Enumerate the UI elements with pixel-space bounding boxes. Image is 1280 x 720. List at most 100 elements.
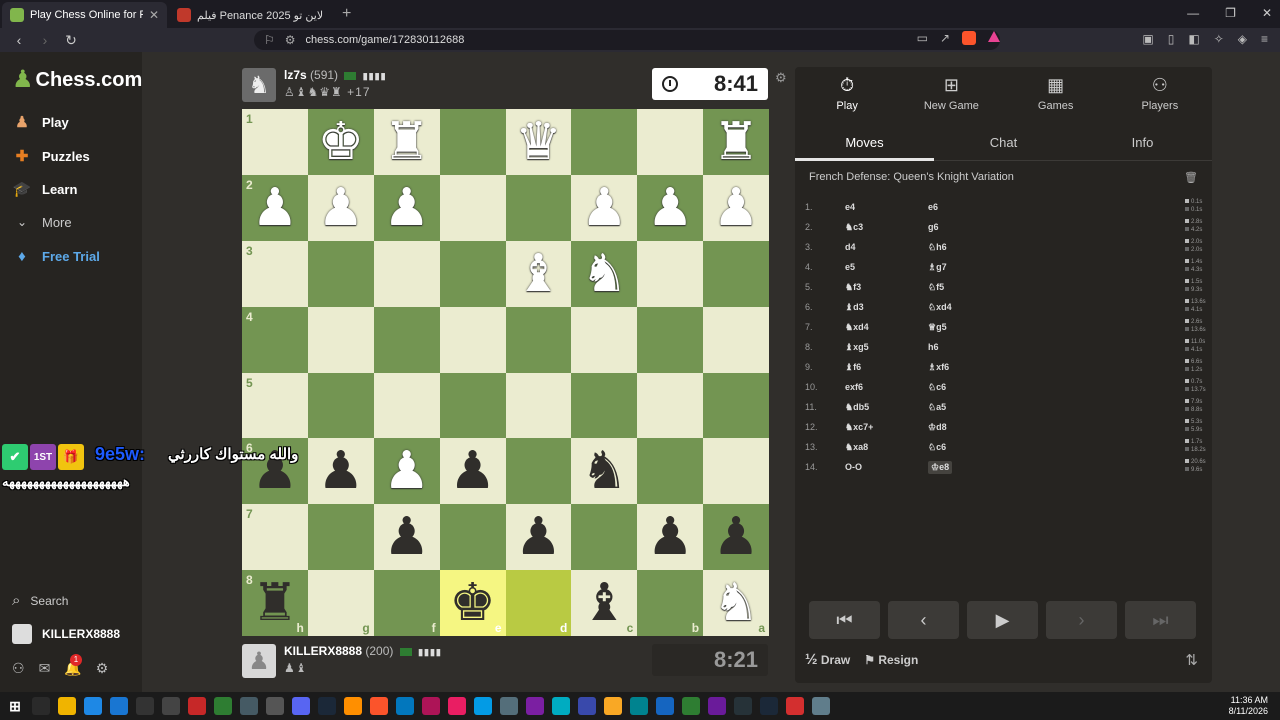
board-square[interactable]: e ♚ bbox=[439, 570, 506, 636]
taskbar-app-icon[interactable] bbox=[32, 697, 50, 715]
chess-board[interactable]: 1 ♚ ♜ ♛ ♜ 2 ♟ ♟ ♟ ♟ ♟ ♟ 3 ♝ ♞ 4 5 6 ♟ ♟ ♟ ♟ ♞ 7 ♟ ♟ ♟ ♟ 8 h ♜ g f e ♚ d c ♝ b a… bbox=[242, 109, 769, 636]
reload-icon[interactable]: ↻ bbox=[64, 32, 78, 49]
tab-movie[interactable]: فيلم Penance 2025 مترجم اون لاين تو... bbox=[169, 2, 334, 28]
last-move-button[interactable]: ⏭ bbox=[1125, 601, 1196, 639]
board-square[interactable] bbox=[571, 109, 638, 175]
sidebar-profile[interactable]: KILLERX8888 bbox=[12, 624, 120, 644]
leo-icon[interactable]: ✧ bbox=[1214, 32, 1224, 46]
player-avatar[interactable]: ♟ bbox=[242, 644, 276, 678]
opponent-avatar[interactable]: ♞ bbox=[242, 68, 276, 102]
board-square[interactable] bbox=[307, 306, 374, 373]
black-move[interactable]: ♘f5 bbox=[928, 282, 944, 293]
taskbar-app-icon[interactable] bbox=[188, 697, 206, 715]
board-square[interactable]: ♜ bbox=[373, 109, 440, 175]
board-square[interactable]: ♟ bbox=[373, 438, 440, 505]
board-square[interactable] bbox=[703, 372, 769, 439]
taskbar-clock[interactable]: 11:36 AM 8/11/2026 bbox=[1229, 695, 1268, 717]
white-pawn-icon[interactable]: ♟ bbox=[647, 182, 694, 234]
white-move[interactable]: O-O bbox=[845, 462, 862, 472]
nav-play[interactable]: ⏱ Play bbox=[795, 67, 899, 119]
board-square[interactable]: 3 bbox=[242, 240, 308, 307]
board-square[interactable] bbox=[637, 109, 704, 175]
share-icon[interactable]: ↗ bbox=[940, 31, 950, 45]
board-square[interactable] bbox=[703, 240, 769, 307]
white-move[interactable]: e5 bbox=[845, 262, 855, 272]
opening-name[interactable]: French Defense: Queen's Knight Variation bbox=[809, 171, 1014, 183]
board-square[interactable]: ♜ bbox=[703, 109, 769, 175]
taskbar-app-icon[interactable] bbox=[656, 697, 674, 715]
black-pawn-icon[interactable]: ♟ bbox=[515, 511, 562, 563]
white-rook-icon[interactable]: ♜ bbox=[713, 116, 760, 168]
board-square[interactable] bbox=[373, 306, 440, 373]
board-settings-icon[interactable]: ⚙ bbox=[775, 70, 787, 86]
white-move[interactable]: d4 bbox=[845, 242, 856, 252]
nav-new-game[interactable]: ⊞ New Game bbox=[899, 67, 1003, 119]
board-square[interactable]: ♟ bbox=[373, 174, 440, 241]
black-pawn-icon[interactable]: ♟ bbox=[318, 445, 365, 497]
board-square[interactable] bbox=[571, 372, 638, 439]
taskbar-app-icon[interactable] bbox=[422, 697, 440, 715]
resign-button[interactable]: ⚑ Resign bbox=[864, 653, 918, 667]
board-square[interactable]: ♟ bbox=[637, 504, 704, 571]
board-square[interactable]: ♟ bbox=[703, 504, 769, 571]
board-square[interactable]: 7 bbox=[242, 504, 308, 571]
taskbar-app-icon[interactable] bbox=[760, 697, 778, 715]
taskbar-app-icon[interactable] bbox=[344, 697, 362, 715]
nav-players[interactable]: ⚇ Players bbox=[1108, 67, 1212, 119]
board-square[interactable] bbox=[571, 306, 638, 373]
white-pawn-icon[interactable]: ♟ bbox=[252, 182, 299, 234]
board-square[interactable]: ♞ bbox=[571, 438, 638, 505]
black-move[interactable]: ♘a5 bbox=[928, 402, 946, 413]
board-square[interactable] bbox=[439, 240, 506, 307]
board-square[interactable]: f bbox=[373, 570, 440, 636]
board-square[interactable]: ♝ bbox=[505, 240, 572, 307]
sidebar-item-play[interactable]: ♟ Play bbox=[12, 112, 68, 132]
board-square[interactable]: b bbox=[637, 570, 704, 636]
white-pawn-icon[interactable]: ♟ bbox=[581, 182, 628, 234]
gear-icon[interactable]: ⚙ bbox=[96, 660, 109, 677]
black-rook-icon[interactable]: ♜ bbox=[252, 577, 299, 629]
board-square[interactable]: 2 ♟ bbox=[242, 174, 308, 241]
sidebar-toggle-icon[interactable]: ▯ bbox=[1168, 32, 1175, 46]
taskbar-app-icon[interactable] bbox=[630, 697, 648, 715]
board-square[interactable]: c ♝ bbox=[571, 570, 638, 636]
tab-moves[interactable]: Moves bbox=[795, 125, 934, 161]
board-square[interactable]: ♞ bbox=[571, 240, 638, 307]
white-move[interactable]: ♞f3 bbox=[845, 282, 861, 293]
taskbar-app-icon[interactable] bbox=[708, 697, 726, 715]
board-square[interactable] bbox=[307, 372, 374, 439]
white-queen-icon[interactable]: ♛ bbox=[515, 116, 562, 168]
board-square[interactable] bbox=[637, 438, 704, 505]
board-square[interactable]: ♟ bbox=[373, 504, 440, 571]
white-rook-icon[interactable]: ♜ bbox=[383, 116, 430, 168]
black-move[interactable]: ♗g7 bbox=[928, 262, 947, 273]
taskbar-app-icon[interactable] bbox=[318, 697, 336, 715]
taskbar-app-icon[interactable] bbox=[110, 697, 128, 715]
first-move-button[interactable]: ⏮ bbox=[809, 601, 880, 639]
white-move[interactable]: ♞c3 bbox=[845, 222, 863, 233]
black-move[interactable]: ♗xf6 bbox=[928, 362, 949, 373]
white-move[interactable]: ♞xc7+ bbox=[845, 422, 873, 433]
board-square[interactable]: ♟ bbox=[505, 504, 572, 571]
player-name[interactable]: KILLERX8888 bbox=[284, 644, 362, 658]
board-square[interactable]: ♚ bbox=[307, 109, 374, 175]
black-move[interactable]: ♔e8 bbox=[928, 461, 953, 474]
white-move[interactable]: ♞db5 bbox=[845, 402, 869, 413]
white-knight-icon[interactable]: ♞ bbox=[713, 577, 760, 629]
board-square[interactable]: 1 bbox=[242, 109, 308, 175]
windows-start-icon[interactable]: ⊞ bbox=[6, 697, 24, 715]
taskbar-app-icon[interactable] bbox=[786, 697, 804, 715]
board-square[interactable]: ♟ bbox=[307, 174, 374, 241]
taskbar-app-icon[interactable] bbox=[162, 697, 180, 715]
board-square[interactable]: ♟ bbox=[571, 174, 638, 241]
menu-icon[interactable]: ≡ bbox=[1261, 32, 1268, 46]
taskbar-app-icon[interactable] bbox=[604, 697, 622, 715]
sidebar-item-more[interactable]: ⌄ More bbox=[12, 212, 72, 232]
board-square[interactable] bbox=[505, 372, 572, 439]
board-square[interactable] bbox=[703, 438, 769, 505]
close-window-button[interactable]: ✕ bbox=[1262, 6, 1272, 20]
white-knight-icon[interactable]: ♞ bbox=[581, 248, 628, 300]
taskbar-app-icon[interactable] bbox=[526, 697, 544, 715]
board-square[interactable]: a ♞ bbox=[703, 570, 769, 636]
black-move[interactable]: ♘h6 bbox=[928, 242, 947, 253]
